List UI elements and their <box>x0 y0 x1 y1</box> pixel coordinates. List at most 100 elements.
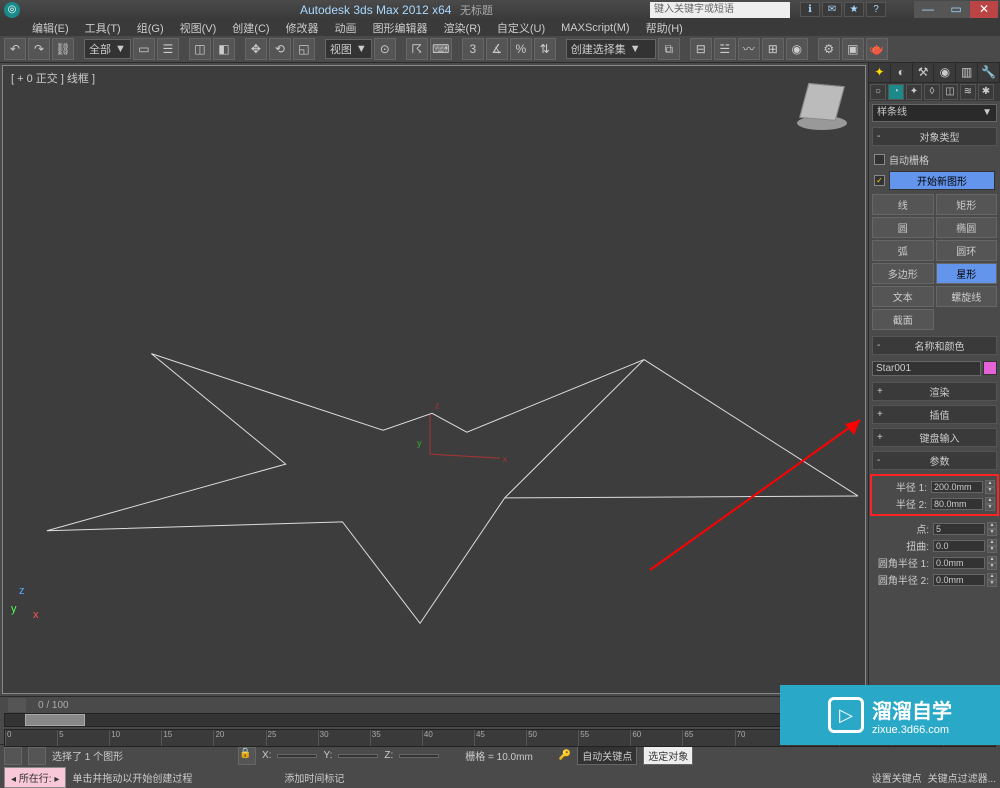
scale-icon[interactable]: ◱ <box>293 38 315 60</box>
autogrid-checkbox[interactable] <box>874 154 885 165</box>
tab-hierarchy-icon[interactable]: ⚒ <box>913 63 935 82</box>
cat-cameras-icon[interactable]: ◊ <box>924 84 940 100</box>
manipulate-icon[interactable]: ☈ <box>406 38 428 60</box>
rollout-object-type[interactable]: -对象类型 <box>872 127 997 146</box>
angle-snap-icon[interactable]: ∡ <box>486 38 508 60</box>
maximize-button[interactable]: ▭ <box>942 1 970 18</box>
menu-group[interactable]: 组(G) <box>129 20 172 36</box>
shape-text-button[interactable]: 文本 <box>872 286 934 307</box>
coord-y-input[interactable] <box>338 754 378 758</box>
render-frame-icon[interactable]: ▣ <box>842 38 864 60</box>
radius2-spinner[interactable]: ▲▼ <box>985 497 995 511</box>
rotate-icon[interactable]: ⟲ <box>269 38 291 60</box>
time-slider-handle[interactable] <box>25 714 85 726</box>
lock-selection-icon[interactable]: 🔒 <box>238 747 256 765</box>
shape-line-button[interactable]: 线 <box>872 194 934 215</box>
shape-ellipse-button[interactable]: 椭圆 <box>936 217 998 238</box>
tab-motion-icon[interactable]: ◉ <box>934 63 956 82</box>
undo-icon[interactable]: ↶ <box>4 38 26 60</box>
tab-modify-icon[interactable]: ◐ <box>891 63 913 82</box>
shape-donut-button[interactable]: 圆环 <box>936 240 998 261</box>
rollout-render[interactable]: +渲染 <box>872 382 997 401</box>
align-icon[interactable]: ⊟ <box>690 38 712 60</box>
cat-geometry-icon[interactable]: ○ <box>870 84 886 100</box>
cat-systems-icon[interactable]: ✱ <box>978 84 994 100</box>
fillet2-spinner[interactable]: ▲▼ <box>987 573 997 587</box>
menu-edit[interactable]: 编辑(E) <box>24 20 77 36</box>
tab-display-icon[interactable]: ▥ <box>956 63 978 82</box>
menu-graph[interactable]: 图形编辑器 <box>365 20 436 36</box>
curve-editor-icon[interactable]: 〰 <box>738 38 760 60</box>
minimize-button[interactable]: — <box>914 1 942 18</box>
location-field[interactable]: ◂ 所在行: ▸ <box>4 767 66 788</box>
menu-modifiers[interactable]: 修改器 <box>278 20 327 36</box>
coord-z-input[interactable] <box>399 754 439 758</box>
move-icon[interactable]: ✥ <box>245 38 267 60</box>
shape-circle-button[interactable]: 圆 <box>872 217 934 238</box>
keyboard-shortcut-icon[interactable]: ⌨ <box>430 38 452 60</box>
shape-helix-button[interactable]: 螺旋线 <box>936 286 998 307</box>
shape-ngon-button[interactable]: 多边形 <box>872 263 934 284</box>
pivot-icon[interactable]: ⊙ <box>374 38 396 60</box>
shape-arc-button[interactable]: 弧 <box>872 240 934 261</box>
shape-rectangle-button[interactable]: 矩形 <box>936 194 998 215</box>
select-region-icon[interactable]: ◫ <box>189 38 211 60</box>
menu-tools[interactable]: 工具(T) <box>77 20 129 36</box>
rollout-interpolation[interactable]: +插值 <box>872 405 997 424</box>
cat-lights-icon[interactable]: ✦ <box>906 84 922 100</box>
cat-helpers-icon[interactable]: ◫ <box>942 84 958 100</box>
app-icon[interactable]: ◎ <box>4 2 20 18</box>
reference-coord[interactable]: 视图▼ <box>325 39 372 59</box>
tab-utilities-icon[interactable]: 🔧 <box>978 63 1000 82</box>
menu-animation[interactable]: 动画 <box>327 20 365 36</box>
shape-section-button[interactable]: 截面 <box>872 309 934 330</box>
keyfilter-button[interactable]: 关键点过滤器... <box>928 770 996 785</box>
shape-category-dropdown[interactable]: 样条线▼ <box>872 104 997 122</box>
setkey-button[interactable]: 设置关键点 <box>872 770 922 785</box>
menu-maxscript[interactable]: MAXScript(M) <box>553 22 637 34</box>
help-icon[interactable]: ? <box>866 2 886 17</box>
window-crossing-icon[interactable]: ◧ <box>213 38 235 60</box>
fillet1-spinner[interactable]: ▲▼ <box>987 556 997 570</box>
star-icon[interactable]: ★ <box>844 2 864 17</box>
add-time-tag[interactable]: 添加时间标记 <box>284 770 344 785</box>
menu-create[interactable]: 创建(C) <box>224 20 277 36</box>
info-icon[interactable]: ℹ <box>800 2 820 17</box>
shape-star-button[interactable]: 星形 <box>936 263 998 284</box>
percent-snap-icon[interactable]: % <box>510 38 532 60</box>
close-button[interactable]: ✕ <box>970 1 998 18</box>
redo-icon[interactable]: ↷ <box>28 38 50 60</box>
viewport[interactable]: [ + 0 正交 ] 线框 ] x y z zyx <box>2 65 866 694</box>
object-name-input[interactable]: Star001 <box>872 361 981 376</box>
mirror-icon[interactable]: ⧉ <box>658 38 680 60</box>
radius2-input[interactable]: 80.0mm <box>931 498 983 510</box>
coord-x-input[interactable] <box>277 754 317 758</box>
distortion-input[interactable]: 0.0 <box>933 540 985 552</box>
render-icon[interactable]: 🫖 <box>866 38 888 60</box>
menu-help[interactable]: 帮助(H) <box>638 20 691 36</box>
layers-icon[interactable]: ☱ <box>714 38 736 60</box>
fillet1-input[interactable]: 0.0mm <box>933 557 985 569</box>
cat-spacewarps-icon[interactable]: ≋ <box>960 84 976 100</box>
script-icon[interactable] <box>4 747 22 765</box>
tab-create-icon[interactable]: ✦ <box>869 63 891 82</box>
menu-rendering[interactable]: 渲染(R) <box>436 20 489 36</box>
rollout-params[interactable]: -参数 <box>872 451 997 470</box>
rollout-keyboard[interactable]: +键盘输入 <box>872 428 997 447</box>
rollout-name-color[interactable]: -名称和颜色 <box>872 336 997 355</box>
object-color-swatch[interactable] <box>983 361 997 375</box>
radius1-spinner[interactable]: ▲▼ <box>985 480 995 494</box>
points-input[interactable]: 5 <box>933 523 985 535</box>
selected-key-dropdown[interactable]: 选定对象 <box>643 746 693 765</box>
snap-icon[interactable]: 3 <box>462 38 484 60</box>
select-name-icon[interactable]: ☰ <box>157 38 179 60</box>
newshape-checkbox[interactable] <box>874 175 885 186</box>
schematic-icon[interactable]: ⊞ <box>762 38 784 60</box>
selection-filter[interactable]: 全部▼ <box>84 39 131 59</box>
distortion-spinner[interactable]: ▲▼ <box>987 539 997 553</box>
start-new-shape-button[interactable]: 开始新图形 <box>889 171 995 190</box>
select-icon[interactable]: ▭ <box>133 38 155 60</box>
render-setup-icon[interactable]: ⚙ <box>818 38 840 60</box>
material-icon[interactable]: ◉ <box>786 38 808 60</box>
radius1-input[interactable]: 200.0mm <box>931 481 983 493</box>
